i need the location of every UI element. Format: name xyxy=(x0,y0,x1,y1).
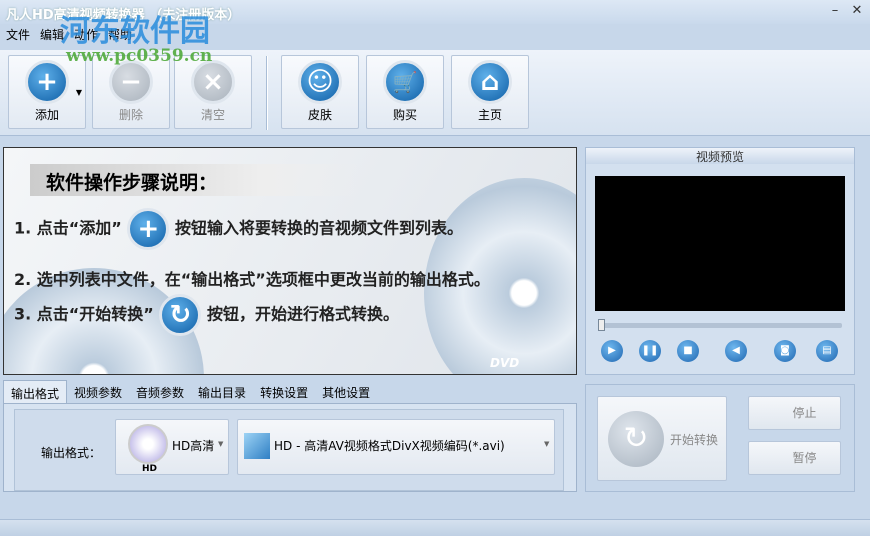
home-icon: ⌂ xyxy=(468,60,512,104)
seek-bar[interactable] xyxy=(598,323,842,328)
tab-other-settings[interactable]: 其他设置 xyxy=(315,380,377,404)
add-label: 添加 xyxy=(34,108,59,122)
format-value: HD - 高清AV视频格式DivX视频编码(*.avi) xyxy=(274,439,505,453)
format-select[interactable]: HD - 高清AV视频格式DivX视频编码(*.avi) ▼ xyxy=(237,419,555,475)
home-label: 主页 xyxy=(477,108,502,122)
dvd-label: DVD xyxy=(490,356,520,370)
step3-text: 3. 点击“开始转换” xyxy=(14,304,154,324)
instructions-panel: DVD 软件操作步骤说明： 1. 点击“添加” + 按钮输入将要转换的音视频文件… xyxy=(3,147,577,375)
watermark-logo: 河东软件园 xyxy=(60,14,210,49)
start-convert-button[interactable]: ↻ 开始转换 xyxy=(597,396,727,481)
guide-title: 软件操作步骤说明： xyxy=(30,164,360,196)
play-icon[interactable]: ▶ xyxy=(601,340,623,362)
delete-label: 删除 xyxy=(118,108,143,122)
step1-text: 1. 点击“添加” xyxy=(14,218,122,238)
box-icon xyxy=(244,433,270,459)
minus-icon: − xyxy=(109,60,153,104)
minimize-button[interactable]: – xyxy=(828,4,842,18)
stop-button[interactable]: 停止 xyxy=(748,396,841,430)
x-icon: × xyxy=(191,60,235,104)
convert-icon: ↻ xyxy=(159,294,202,336)
menu-file[interactable]: 文件 xyxy=(6,26,30,46)
conversion-panel: ↻ 开始转换 停止 暂停 xyxy=(585,384,855,492)
buy-label: 购买 xyxy=(392,108,417,122)
step3-text-b: 按钮，开始进行格式转换。 xyxy=(206,304,399,324)
tab-output-format[interactable]: 输出格式 xyxy=(3,380,68,404)
stop-icon[interactable]: ■ xyxy=(677,340,699,362)
hd-badge: HD xyxy=(142,464,158,474)
step2-text: 2. 选中列表中文件，在“输出格式”选项框中更改当前的输出格式。 xyxy=(14,270,490,289)
category-value: HD高清 xyxy=(172,439,215,453)
output-format-label: 输出格式： xyxy=(41,446,102,460)
volume-icon[interactable]: ◀ xyxy=(725,340,747,362)
output-format-panel: 输出格式： HD HD高清 ▼ HD - 高清AV视频格式DivX视频编码(*.… xyxy=(3,403,577,492)
step1-text-b: 按钮输入将要转换的音视频文件到列表。 xyxy=(174,218,463,238)
add-icon: + xyxy=(127,208,170,250)
pause-button[interactable]: 暂停 xyxy=(748,441,841,475)
tab-output-dir[interactable]: 输出目录 xyxy=(191,380,253,404)
settings-tabs: 输出格式 视频参数 音频参数 输出目录 转换设置 其他设置 xyxy=(3,380,377,404)
video-preview-panel: 视频预览 ▶ ❚❚ ■ ◀ ◙ ▤ xyxy=(585,147,855,375)
tab-convert-settings[interactable]: 转换设置 xyxy=(253,380,315,404)
plus-icon: + xyxy=(25,60,69,104)
clear-label: 清空 xyxy=(200,108,225,122)
dropdown-arrow-icon[interactable]: ▼ xyxy=(76,88,82,97)
chevron-down-icon: ▼ xyxy=(544,440,550,448)
hd-category-icon xyxy=(128,424,168,464)
preview-title: 视频预览 xyxy=(586,148,854,164)
clear-button[interactable]: × 清空 xyxy=(174,55,252,129)
toolbar-separator xyxy=(266,56,268,130)
pause-icon[interactable]: ❚❚ xyxy=(639,340,661,362)
delete-button[interactable]: − 删除 xyxy=(92,55,170,129)
category-select[interactable]: HD HD高清 ▼ xyxy=(115,419,229,475)
home-button[interactable]: ⌂ 主页 xyxy=(451,55,529,129)
folder-icon[interactable]: ▤ xyxy=(816,340,838,362)
tab-audio-params[interactable]: 音频参数 xyxy=(129,380,191,404)
close-button[interactable]: ✕ xyxy=(850,4,864,18)
convert-icon: ↻ xyxy=(608,411,664,467)
start-label: 开始转换 xyxy=(670,433,719,447)
add-button[interactable]: + 添加 ▼ xyxy=(8,55,86,129)
skin-button[interactable]: ☺ 皮肤 xyxy=(281,55,359,129)
seek-handle[interactable] xyxy=(598,319,605,331)
stop-label: 停止 xyxy=(792,406,817,420)
skin-label: 皮肤 xyxy=(307,108,332,122)
tab-video-params[interactable]: 视频参数 xyxy=(67,380,129,404)
cart-icon: 🛒 xyxy=(383,60,427,104)
buy-button[interactable]: 🛒 购买 xyxy=(366,55,444,129)
pause-label: 暂停 xyxy=(792,451,817,465)
chevron-down-icon: ▼ xyxy=(218,440,224,448)
output-format-group: 输出格式： HD HD高清 ▼ HD - 高清AV视频格式DivX视频编码(*.… xyxy=(14,409,564,491)
video-screen xyxy=(595,176,845,311)
smiley-icon: ☺ xyxy=(298,60,342,104)
snapshot-icon[interactable]: ◙ xyxy=(774,340,796,362)
watermark-url: www.pc0359.cn xyxy=(66,46,213,66)
status-bar xyxy=(0,519,870,536)
